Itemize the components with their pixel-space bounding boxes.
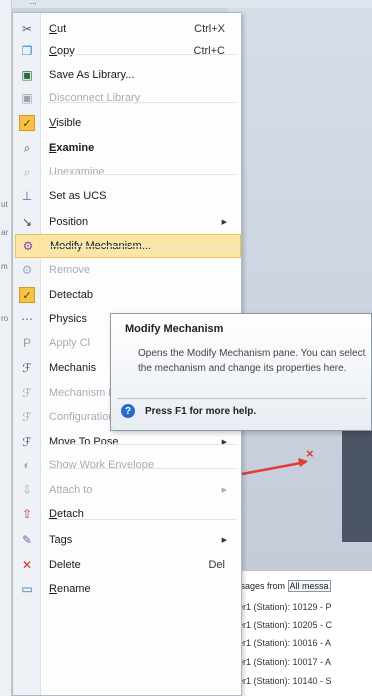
- tag-icon: ✎: [21, 533, 33, 547]
- frame-marker: ×: [306, 446, 314, 461]
- remove-icon: ⚙: [21, 263, 33, 277]
- menu-item-unexamine[interactable]: ⌕ Unexamine: [15, 160, 241, 184]
- menu-item-label: Show Work Envelope: [49, 459, 154, 471]
- output-header: ssages from All messa: [236, 580, 331, 592]
- menu-item-label: Visible: [49, 117, 82, 129]
- copy-icon: ❐: [21, 44, 33, 58]
- menu-item-delete[interactable]: ✕ Delete Del: [15, 553, 241, 577]
- panel-text-fragment: ro: [1, 314, 9, 323]
- library-disconnect-icon: ▣: [21, 91, 33, 105]
- menu-item-examine[interactable]: ⌕ Examine: [15, 136, 241, 160]
- log-line[interactable]: ler1 (Station): 10016 - A: [236, 638, 331, 648]
- menu-item-visible[interactable]: ✓ Visible: [15, 111, 241, 135]
- menu-item-shortcut: Ctrl+C: [193, 45, 225, 57]
- menu-item-disconnect-library[interactable]: ▣ Disconnect Library: [15, 86, 241, 110]
- menu-separator: [47, 519, 237, 520]
- menu-separator: [47, 468, 237, 469]
- scissors-icon: ✂: [21, 22, 33, 36]
- station-object: [342, 428, 372, 542]
- log-line[interactable]: ler1 (Station): 10205 - C: [236, 620, 332, 630]
- menu-item-save-as-library[interactable]: ▣ Save As Library...: [15, 63, 241, 87]
- menu-item-set-as-ucs[interactable]: ⊥ Set as UCS: [15, 184, 241, 208]
- browser-panel-edge: ut ar m ro: [0, 0, 12, 696]
- physics-icon: ⋯: [21, 312, 33, 326]
- message-filter-dropdown[interactable]: All messa: [287, 580, 331, 592]
- help-icon: ?: [121, 404, 135, 418]
- mechanism-icon: ⚙: [22, 239, 34, 253]
- linear-jog-icon: ℱ: [22, 386, 32, 400]
- tooltip-help-text: Press F1 for more help.: [145, 405, 257, 417]
- examine-icon: ⌕: [23, 140, 31, 155]
- menu-separator: [47, 246, 237, 247]
- menu-item-label: Delete: [49, 559, 81, 571]
- menu-item-detectable[interactable]: ✓ Detectab: [15, 283, 241, 307]
- menu-item-position[interactable]: ↘ Position ▶: [15, 210, 241, 234]
- log-line[interactable]: ler1 (Station): 10140 - S: [236, 676, 332, 686]
- checkmark-icon: ✓: [15, 283, 39, 307]
- menu-item-label: Rename: [49, 583, 91, 595]
- detach-icon: ⇧: [21, 507, 33, 521]
- menu-item-label: Set as UCS: [49, 190, 107, 202]
- menu-item-label: Tags: [49, 534, 73, 546]
- menu-item-label: Attach to: [49, 484, 93, 496]
- apply-icon: P: [22, 336, 31, 350]
- submenu-arrow-icon: ▶: [221, 219, 227, 226]
- tooltip: Modify Mechanism Opens the Modify Mechan…: [110, 313, 372, 431]
- tooltip-title: Modify Mechanism: [125, 323, 224, 335]
- library-save-icon: ▣: [21, 68, 33, 82]
- rename-icon: ▭: [21, 582, 33, 596]
- log-line[interactable]: ler1 (Station): 10017 - A: [236, 657, 331, 667]
- submenu-arrow-icon: ▶: [221, 487, 227, 494]
- panel-text-fragment: ut: [1, 200, 8, 209]
- title-strip: ...: [12, 0, 372, 8]
- menu-item-show-work-envelope[interactable]: ◐ Show Work Envelope: [15, 453, 241, 477]
- title-fragment: ...: [30, 0, 37, 6]
- menu-item-label: Copy: [49, 45, 75, 57]
- menu-item-tags[interactable]: ✎ Tags ▶: [15, 528, 241, 552]
- tooltip-help-row: ? Press F1 for more help.: [121, 404, 256, 418]
- menu-item-shortcut: Ctrl+X: [194, 23, 225, 35]
- ucs-icon: ⊥: [21, 189, 33, 203]
- delete-icon: ✕: [21, 558, 33, 572]
- tooltip-divider: [117, 398, 367, 399]
- panel-text-fragment: m: [1, 262, 8, 271]
- tooltip-description: Opens the Modify Mechanism pane. You can…: [138, 348, 366, 374]
- menu-item-attach-to[interactable]: ⇩ Attach to ▶: [15, 478, 241, 502]
- panel-text-fragment: ar: [1, 228, 9, 237]
- menu-item-label: Detectab: [49, 289, 94, 301]
- menu-item-remove[interactable]: ⚙ Remove: [15, 258, 241, 282]
- unexamine-icon: ⌕: [23, 164, 31, 179]
- menu-separator: [47, 102, 237, 103]
- menu-item-move-to-pose[interactable]: ℱ Move To Pose ▶: [15, 430, 241, 454]
- mechanism-jog-icon: ℱ: [22, 361, 32, 375]
- position-icon: ↘: [21, 215, 33, 229]
- menu-separator: [47, 444, 237, 445]
- menu-item-copy[interactable]: ❐ Copy Ctrl+C: [15, 39, 241, 63]
- menu-item-rename[interactable]: ▭ Rename: [15, 577, 241, 601]
- configurations-icon: ℱ: [22, 410, 32, 424]
- menu-item-cut[interactable]: ✂ Cut Ctrl+X: [15, 17, 241, 41]
- menu-item-label: Position: [49, 216, 89, 228]
- menu-item-label: Save As Library...: [49, 69, 135, 81]
- menu-item-label: Move To Pose: [49, 436, 119, 448]
- menu-item-label: Cut: [49, 23, 67, 35]
- menu-separator: [47, 174, 237, 175]
- menu-item-label: Unexamine: [49, 166, 105, 178]
- menu-item-detach[interactable]: ⇧ Detach: [15, 502, 241, 526]
- pose-icon: ℱ: [22, 435, 32, 449]
- checkmark-icon: ✓: [15, 111, 39, 135]
- output-header-label: ssages from: [236, 581, 286, 591]
- submenu-arrow-icon: ▶: [221, 537, 227, 544]
- envelope-icon: ◐: [23, 458, 31, 472]
- menu-item-shortcut: Del: [208, 559, 225, 571]
- attach-icon: ⇩: [21, 483, 33, 497]
- menu-item-label: Examine: [49, 142, 95, 154]
- log-line[interactable]: ler1 (Station): 10129 - P: [236, 602, 332, 612]
- menu-item-label: Remove: [49, 264, 90, 276]
- menu-separator: [47, 54, 237, 55]
